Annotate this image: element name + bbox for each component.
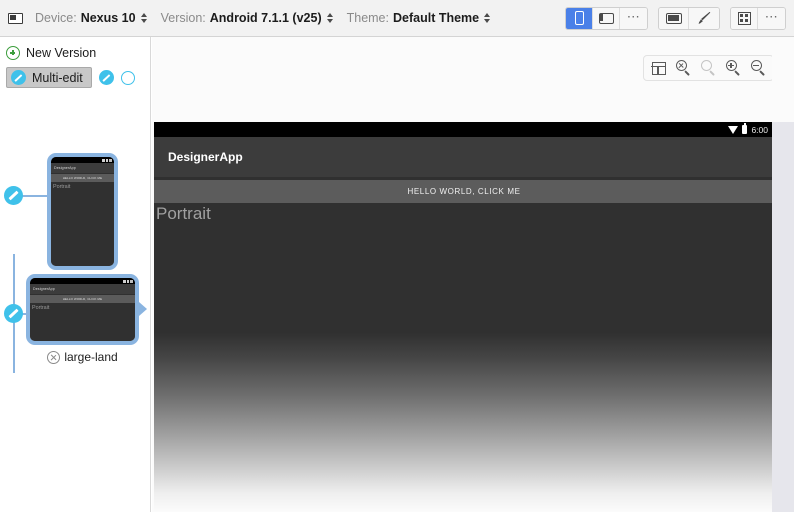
grid-icon	[737, 11, 751, 25]
content-text: Portrait	[156, 204, 211, 223]
view-phone-portrait-button[interactable]	[566, 7, 593, 29]
grid-toggle-button[interactable]	[731, 7, 758, 29]
fit-screen-icon	[651, 61, 666, 75]
screen-frame-icon	[665, 12, 682, 24]
new-version-button[interactable]: New Version	[6, 43, 150, 63]
versions-sidebar: New Version Multi-edit DesignerApp HELLO…	[0, 37, 151, 512]
multi-edit-button[interactable]: Multi-edit	[6, 67, 92, 88]
sidebar-header: New Version Multi-edit	[0, 37, 150, 88]
version-node-largeland[interactable]: DesignerApp HELLO WORLD, CLICK ME Portra…	[26, 274, 147, 364]
hello-world-button[interactable]: HELLO WORLD, CLICK ME	[154, 180, 774, 203]
version-name-largeland: large-land	[64, 350, 118, 364]
view-more-button[interactable]: ⋯	[620, 7, 647, 29]
mini-app-button: HELLO WORLD, CLICK ME	[30, 295, 135, 304]
zoom-in-icon	[725, 60, 742, 76]
version-value: Android 7.1.1 (v25)	[209, 11, 322, 25]
status-time: 6:00	[751, 124, 768, 135]
mini-status-bar	[51, 157, 114, 163]
mini-app-body: Portrait	[51, 183, 114, 266]
mini-app-title: DesignerApp	[30, 284, 135, 294]
orientation-segmented-control: ⋯	[565, 6, 648, 30]
device-preview[interactable]: 6:00 DesignerApp HELLO WORLD, CLICK ME P…	[154, 122, 774, 512]
node-badge-default[interactable]	[4, 186, 23, 205]
toolbar-left-group: Device: Nexus 10 Version: Android 7.1.1 …	[0, 9, 492, 27]
screen-frame-button[interactable]	[659, 7, 689, 29]
version-label-largeland: large-land	[26, 350, 139, 364]
node-expand-arrow[interactable]	[139, 302, 147, 316]
preview-panel: 6:00 DesignerApp HELLO WORLD, CLICK ME P…	[152, 37, 794, 512]
zoom-reset-button[interactable]	[672, 57, 695, 80]
mini-status-bar	[30, 278, 135, 284]
multi-edit-label: Multi-edit	[32, 70, 83, 85]
version-selector[interactable]: Version: Android 7.1.1 (v25)	[155, 9, 335, 27]
version-thumbnail-default[interactable]: DesignerApp HELLO WORLD, CLICK ME Portra…	[47, 153, 118, 270]
app-title-bar: DesignerApp	[154, 137, 774, 177]
zoom-actual-icon	[700, 60, 717, 76]
mini-status-icons	[102, 158, 112, 162]
grid-segmented-control: ⋯	[730, 6, 786, 30]
device-icon	[8, 12, 23, 24]
chevron-updown-icon[interactable]	[326, 13, 333, 23]
app-title: DesignerApp	[168, 150, 243, 164]
version-node-default[interactable]: DesignerApp HELLO WORLD, CLICK ME Portra…	[47, 153, 118, 289]
mini-status-icons	[123, 279, 133, 283]
theme-value: Default Theme	[393, 11, 480, 25]
mini-preview-largeland: DesignerApp HELLO WORLD, CLICK ME Portra…	[30, 278, 135, 341]
node-badge-largeland[interactable]	[4, 304, 23, 323]
ellipsis-icon: ⋯	[764, 8, 779, 24]
preview-gutter-top	[772, 37, 794, 122]
multi-edit-toggle-on[interactable]	[98, 70, 114, 85]
mini-app-title: DesignerApp	[51, 163, 114, 173]
tablet-landscape-icon	[598, 12, 614, 24]
plus-circle-icon	[6, 46, 20, 60]
top-toolbar: Device: Nexus 10 Version: Android 7.1.1 …	[0, 0, 794, 37]
paintbrush-icon	[696, 10, 712, 26]
mini-app-body: Portrait	[30, 304, 135, 341]
designer-window: Device: Nexus 10 Version: Android 7.1.1 …	[0, 0, 794, 512]
grid-more-button[interactable]: ⋯	[758, 7, 785, 29]
phone-portrait-icon	[574, 11, 584, 25]
view-tablet-landscape-button[interactable]	[593, 7, 620, 29]
device-label: Device:	[35, 11, 77, 25]
zoom-actual-button[interactable]	[697, 57, 720, 80]
mini-app-button: HELLO WORLD, CLICK ME	[51, 174, 114, 183]
multi-edit-toggle-off[interactable]	[120, 70, 135, 85]
x-circle-icon[interactable]	[47, 350, 61, 364]
multi-edit-row: Multi-edit	[6, 67, 150, 88]
theme-selector[interactable]: Theme: Default Theme	[341, 9, 493, 27]
paintbrush-button[interactable]	[689, 7, 719, 29]
version-tree: DesignerApp HELLO WORLD, CLICK ME Portra…	[0, 95, 151, 512]
zoom-toolbar	[643, 55, 774, 81]
battery-icon	[742, 123, 748, 134]
zoom-out-button[interactable]	[747, 57, 770, 80]
theme-label: Theme:	[346, 11, 389, 25]
pencil-circle-icon	[11, 70, 26, 85]
new-version-label: New Version	[26, 46, 97, 60]
wifi-icon	[728, 125, 739, 134]
ellipsis-icon: ⋯	[626, 8, 641, 24]
device-value: Nexus 10	[80, 11, 136, 25]
tree-connector-default	[22, 195, 47, 197]
mini-preview-default: DesignerApp HELLO WORLD, CLICK ME Portra…	[51, 157, 114, 266]
version-label: Version:	[160, 11, 206, 25]
android-status-bar: 6:00	[154, 122, 774, 137]
toolbar-right-group: ⋯ ⋯	[565, 6, 794, 30]
chevron-updown-icon[interactable]	[140, 13, 147, 23]
device-selector[interactable]: Device: Nexus 10	[29, 9, 149, 27]
chevron-updown-icon[interactable]	[484, 13, 491, 23]
render-segmented-control	[658, 6, 720, 30]
fit-screen-button[interactable]	[647, 57, 670, 80]
app-content-area: Portrait	[154, 203, 774, 512]
zoom-reset-icon	[675, 60, 692, 76]
version-thumbnail-largeland[interactable]: DesignerApp HELLO WORLD, CLICK ME Portra…	[26, 274, 139, 345]
zoom-in-button[interactable]	[722, 57, 745, 80]
zoom-out-icon	[750, 60, 767, 76]
